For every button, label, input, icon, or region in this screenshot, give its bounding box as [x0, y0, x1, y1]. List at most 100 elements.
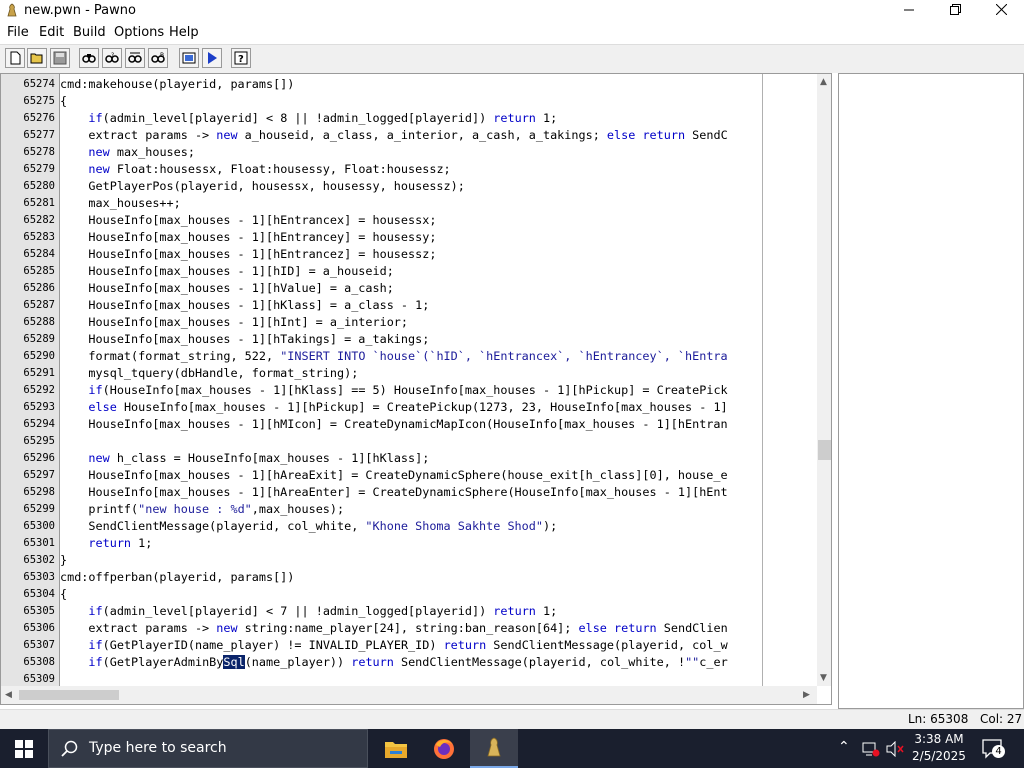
- code-line[interactable]: else HouseInfo[max_houses - 1][hPickup] …: [60, 399, 727, 416]
- scroll-right-arrow-icon[interactable]: ▶: [803, 689, 810, 701]
- new-file-button[interactable]: [5, 48, 25, 68]
- code-editor[interactable]: 65274 65275 65276 65277 65278 65279 65280 65281…: [0, 73, 832, 705]
- line-number: 65285: [23, 265, 55, 277]
- find-next-icon: ?: [105, 52, 119, 63]
- goto-line-icon: B: [151, 52, 165, 63]
- line-number: 65282: [23, 214, 55, 226]
- run-button[interactable]: [202, 48, 222, 68]
- line-number: 65297: [23, 469, 55, 481]
- code-line[interactable]: printf("new house : %d",max_houses);: [60, 501, 344, 518]
- code-line[interactable]: mysql_tquery(dbHandle, format_string);: [60, 365, 358, 382]
- code-line[interactable]: HouseInfo[max_houses - 1][hTakings] = a_…: [60, 331, 429, 348]
- start-button[interactable]: [0, 729, 48, 768]
- line-number: 65304: [23, 588, 55, 600]
- code-line[interactable]: HouseInfo[max_houses - 1][hValue] = a_ca…: [60, 280, 393, 297]
- firefox-icon: [434, 738, 454, 759]
- code-line[interactable]: HouseInfo[max_houses - 1][hMIcon] = Crea…: [60, 416, 727, 433]
- replace-button[interactable]: [125, 48, 145, 68]
- taskbar-pawno[interactable]: [470, 729, 518, 768]
- selected-text[interactable]: Sql: [223, 655, 245, 669]
- menu-build[interactable]: Build: [73, 25, 106, 40]
- open-file-button[interactable]: [27, 48, 47, 68]
- code-line[interactable]: HouseInfo[max_houses - 1][hAreaEnter] = …: [60, 484, 727, 501]
- code-line[interactable]: HouseInfo[max_houses - 1][hEntrancex] = …: [60, 212, 436, 229]
- close-button[interactable]: [978, 0, 1024, 22]
- code-line[interactable]: HouseInfo[max_houses - 1][hKlass] = a_cl…: [60, 297, 429, 314]
- code-line[interactable]: HouseInfo[max_houses - 1][hID] = a_house…: [60, 263, 393, 280]
- find-next-button[interactable]: ?: [102, 48, 122, 68]
- network-icon[interactable]: [862, 741, 880, 757]
- line-number: 65302: [23, 554, 55, 566]
- code-area[interactable]: cmd:makehouse(playerid, params[]){ if(ad…: [60, 74, 817, 686]
- help-button[interactable]: ?: [231, 48, 251, 68]
- scroll-down-arrow-icon[interactable]: ▼: [820, 672, 827, 684]
- code-line[interactable]: cmd:offperban(playerid, params[]): [60, 569, 294, 586]
- code-line[interactable]: if(admin_level[playerid] < 8 || !admin_l…: [60, 110, 557, 127]
- status-column: Col: 27: [980, 712, 1023, 726]
- code-line[interactable]: if(GetPlayerID(name_player) != INVALID_P…: [60, 637, 727, 654]
- minimize-button[interactable]: [886, 0, 932, 22]
- code-line[interactable]: extract params -> new a_houseid, a_class…: [60, 127, 727, 144]
- scroll-up-arrow-icon[interactable]: ▲: [820, 76, 827, 88]
- code-line[interactable]: new Float:housessx, Float:housessy, Floa…: [60, 161, 450, 178]
- pawno-icon: [487, 737, 501, 756]
- code-line[interactable]: HouseInfo[max_houses - 1][hInt] = a_inte…: [60, 314, 408, 331]
- function-list-panel[interactable]: [838, 73, 1024, 709]
- code-line[interactable]: SendClientMessage(playerid, col_white, "…: [60, 518, 557, 535]
- tray-chevron-up-icon[interactable]: ⌃: [838, 739, 850, 755]
- notification-center-button[interactable]: 4: [982, 739, 1005, 763]
- code-line[interactable]: HouseInfo[max_houses - 1][hEntrancey] = …: [60, 229, 436, 246]
- code-line[interactable]: extract params -> new string:name_player…: [60, 620, 727, 637]
- right-margin-line: [762, 74, 763, 686]
- run-icon: [208, 52, 217, 64]
- line-number: 65307: [23, 639, 55, 651]
- minimize-icon: [904, 9, 914, 11]
- volume-muted-icon[interactable]: [886, 741, 904, 757]
- goto-line-button[interactable]: B: [148, 48, 168, 68]
- code-line[interactable]: {: [60, 93, 67, 110]
- save-icon: [53, 51, 67, 65]
- scroll-left-arrow-icon[interactable]: ◀: [5, 689, 12, 701]
- line-number: 65295: [23, 435, 55, 447]
- code-line[interactable]: if(admin_level[playerid] < 7 || !admin_l…: [60, 603, 557, 620]
- taskbar: Type here to search ⌃ 3:38 AM 2/5/2025 4: [0, 729, 1024, 768]
- menu-file[interactable]: File: [7, 25, 29, 40]
- line-number-gutter: 65274 65275 65276 65277 65278 65279 65280 65281…: [1, 74, 60, 686]
- code-line[interactable]: if(GetPlayerAdminBySql(name_player)) ret…: [60, 654, 728, 671]
- code-line[interactable]: new max_houses;: [60, 144, 195, 161]
- code-line[interactable]: max_houses++;: [60, 195, 180, 212]
- vertical-scroll-thumb[interactable]: [818, 440, 831, 460]
- compile-button[interactable]: [179, 48, 199, 68]
- menu-options[interactable]: Options: [114, 25, 164, 40]
- find-icon: [82, 54, 96, 63]
- taskbar-file-explorer[interactable]: [372, 729, 420, 768]
- clock-time[interactable]: 3:38 AM: [910, 732, 968, 746]
- line-number: 65278: [23, 146, 55, 158]
- line-number: 65286: [23, 282, 55, 294]
- code-line[interactable]: HouseInfo[max_houses - 1][hEntrancez] = …: [60, 246, 436, 263]
- status-bar: Ln: 65308 Col: 27: [0, 709, 1024, 730]
- taskbar-search-box[interactable]: Type here to search: [48, 729, 368, 768]
- taskbar-firefox[interactable]: [420, 729, 468, 768]
- line-number: 65274: [23, 78, 55, 90]
- code-line[interactable]: format(format_string, 522, "INSERT INTO …: [60, 348, 727, 365]
- code-line[interactable]: new h_class = HouseInfo[max_houses - 1][…: [60, 450, 429, 467]
- menu-edit[interactable]: Edit: [39, 25, 64, 40]
- code-line[interactable]: }: [60, 552, 67, 569]
- status-line: Ln: 65308: [908, 712, 969, 726]
- find-button[interactable]: [79, 48, 99, 68]
- code-line[interactable]: {: [60, 586, 67, 603]
- save-button[interactable]: [50, 48, 70, 68]
- code-line[interactable]: if(HouseInfo[max_houses - 1][hKlass] == …: [60, 382, 727, 399]
- title-bar: new.pwn - Pawno: [0, 0, 1024, 22]
- menu-help[interactable]: Help: [169, 25, 199, 40]
- clock-date[interactable]: 2/5/2025: [910, 749, 968, 763]
- code-line[interactable]: GetPlayerPos(playerid, housessx, housess…: [60, 178, 464, 195]
- code-line[interactable]: HouseInfo[max_houses - 1][hAreaExit] = C…: [60, 467, 727, 484]
- code-line[interactable]: return 1;: [60, 535, 152, 552]
- maximize-button[interactable]: [932, 0, 978, 22]
- vertical-scrollbar[interactable]: ▲ ▼: [817, 74, 831, 686]
- horizontal-scrollbar[interactable]: ◀ ▶: [1, 686, 817, 704]
- horizontal-scroll-thumb[interactable]: [19, 690, 119, 700]
- code-line[interactable]: cmd:makehouse(playerid, params[]): [60, 76, 294, 93]
